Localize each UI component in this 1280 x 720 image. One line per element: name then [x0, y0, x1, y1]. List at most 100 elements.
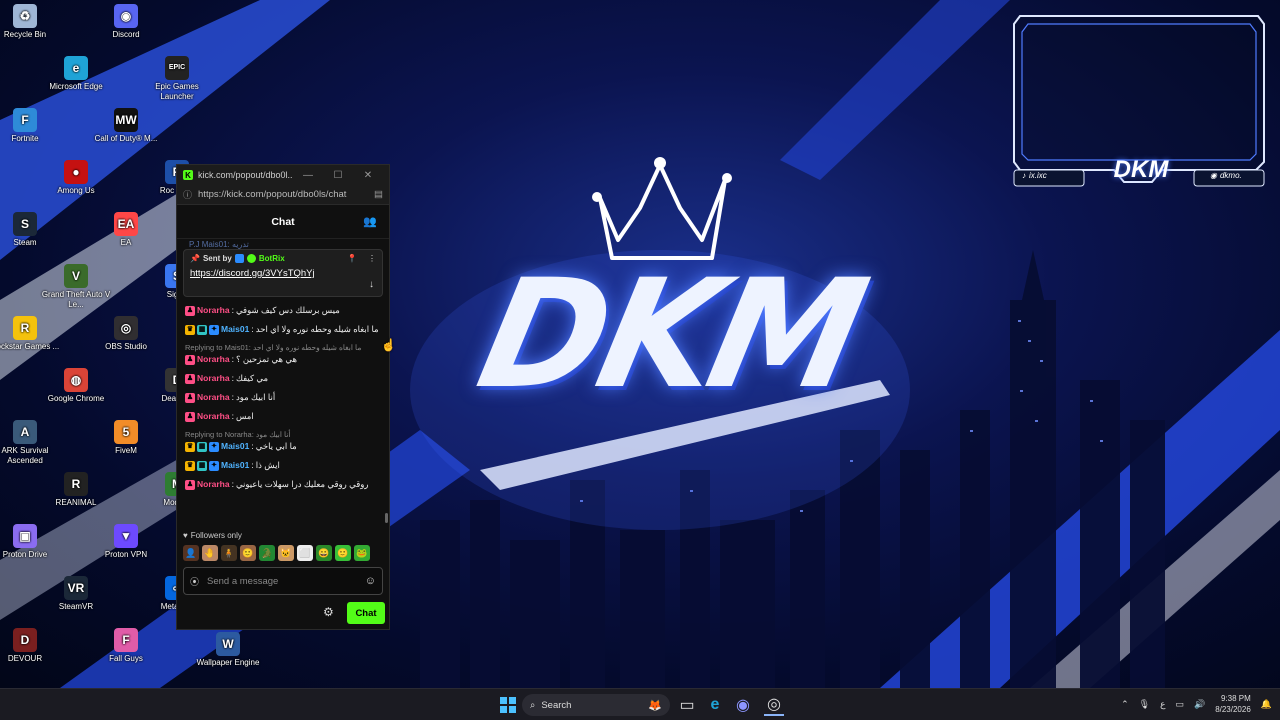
emote-button[interactable]: ⬜	[297, 545, 313, 561]
subscriber-badge-icon[interactable]: ▦	[197, 460, 207, 471]
minimize-button[interactable]: —	[293, 170, 323, 181]
desktop-icon[interactable]: ▣ Proton Drive	[0, 524, 61, 560]
emote-button[interactable]: 🙂	[335, 545, 351, 561]
emoji-picker-icon[interactable]: ☺	[365, 575, 376, 587]
emote-button[interactable]: 🧍	[221, 545, 237, 561]
users-icon[interactable]: 👥	[363, 215, 377, 228]
user-badge-icon[interactable]: ♟	[185, 354, 195, 365]
crown-badge-icon[interactable]: ♛	[185, 441, 195, 452]
site-info-icon[interactable]: ⓘ	[183, 188, 192, 201]
chat-username[interactable]: Norarha	[197, 305, 230, 316]
chat-settings-gear-icon[interactable]: ⚙	[323, 605, 334, 619]
desktop-icon[interactable]: ♻ Recycle Bin	[0, 4, 61, 40]
chat-message[interactable]: ♟ Norarha: مي كيفك	[185, 373, 379, 384]
desktop-icon[interactable]: EPIC Epic Games Launcher	[141, 56, 213, 102]
language-indicator[interactable]: ع	[1160, 699, 1165, 710]
chat-message[interactable]: ♟ Norarha: هي هي تمزحين ؟	[185, 354, 379, 365]
url-text[interactable]: https://kick.com/popout/dbo0ls/chat	[198, 189, 374, 200]
pinned-bot-name[interactable]: BotRix	[259, 254, 285, 263]
chat-username[interactable]: Norarha	[197, 373, 230, 384]
emote-button[interactable]: 👤	[183, 545, 199, 561]
record-icon[interactable]: ⦿	[190, 575, 199, 588]
network-icon[interactable]: ▭	[1175, 699, 1184, 710]
subscriber-badge-icon[interactable]: ▦	[197, 441, 207, 452]
pinned-link[interactable]: https://discord.gg/3VYsTQhYj	[190, 268, 376, 279]
desktop-icon[interactable]: VR SteamVR	[40, 576, 112, 612]
message-input-placeholder[interactable]: Send a message	[207, 576, 365, 587]
crown-badge-icon[interactable]: ♛	[185, 460, 195, 471]
taskbar-obs[interactable]: ◎	[764, 694, 784, 716]
task-view-button[interactable]: ▭	[678, 694, 696, 716]
desktop-icon[interactable]: S Steam	[0, 212, 61, 248]
desktop-icon[interactable]: EA EA	[90, 212, 162, 248]
chat-message[interactable]: ♟ Norarha: أنا ابيك مود	[185, 392, 379, 403]
emote-button[interactable]: 😀	[316, 545, 332, 561]
volume-icon[interactable]: 🔊	[1194, 699, 1205, 710]
desktop-icon[interactable]: R REANIMAL	[40, 472, 112, 508]
desktop-icon[interactable]: ▼ Proton VPN	[90, 524, 162, 560]
verified-badge-icon[interactable]: ✦	[209, 460, 219, 471]
desktop-icon[interactable]: V Grand Theft Auto V Le...	[40, 264, 112, 310]
maximize-button[interactable]: ☐	[323, 170, 353, 181]
emote-button[interactable]: 🐸	[354, 545, 370, 561]
notifications-icon[interactable]: 🔔	[1261, 699, 1272, 710]
chat-message[interactable]: ♟ Norarha: امس	[185, 411, 379, 422]
start-button[interactable]	[497, 694, 519, 716]
address-bar[interactable]: ⓘ https://kick.com/popout/dbo0ls/chat ▤	[177, 185, 389, 205]
chat-message[interactable]: ♟ Norarha: روقي روقي معليك درا سهلات ياعيو…	[185, 479, 379, 490]
scrollbar-thumb[interactable]	[385, 513, 388, 523]
user-badge-icon[interactable]: ♟	[185, 305, 195, 316]
taskbar-edge[interactable]: e	[706, 694, 724, 716]
taskbar-search[interactable]: ⌕ Search 🦊	[522, 694, 670, 716]
chat-username[interactable]: Norarha	[197, 479, 230, 490]
desktop-icon[interactable]: 5 FiveM	[90, 420, 162, 456]
more-options-icon[interactable]: ⋮	[368, 254, 376, 263]
message-input[interactable]: ⦿ Send a message ☺	[183, 567, 383, 595]
reply-context[interactable]: Replying to Mais01: ما ابغاه شيله وحطه ن…	[185, 343, 379, 352]
show-hidden-icons-chevron-icon[interactable]: ⌃	[1121, 699, 1129, 710]
chat-username[interactable]: Norarha	[197, 411, 230, 422]
reply-context[interactable]: Replying to Norarha: أنا ابيك مود	[185, 430, 379, 439]
chat-message[interactable]: ♛ ▦ ✦ Mais01: ايش ذا	[185, 460, 379, 471]
taskbar-discord[interactable]: ◉	[734, 694, 752, 716]
desktop-icon[interactable]: ◉ Discord	[90, 4, 162, 40]
desktop-icon[interactable]: F Fall Guys	[90, 628, 162, 664]
verified-badge-icon[interactable]: ✦	[209, 324, 219, 335]
chat-username[interactable]: Mais01	[221, 324, 249, 335]
user-badge-icon[interactable]: ♟	[185, 479, 195, 490]
desktop-icon[interactable]: W Wallpaper Engine	[192, 632, 264, 668]
chat-scrollbar[interactable]	[384, 297, 388, 523]
chat-username[interactable]: Mais01	[221, 460, 249, 471]
user-badge-icon[interactable]: ♟	[185, 373, 195, 384]
emote-button[interactable]: 🤚	[202, 545, 218, 561]
reader-mode-icon[interactable]: ▤	[374, 189, 383, 200]
chat-username[interactable]: Norarha	[197, 392, 230, 403]
desktop-icon[interactable]: R Rockstar Games ...	[0, 316, 61, 352]
clock[interactable]: 9:38 PM 8/23/2026	[1215, 693, 1251, 715]
chat-message[interactable]: ♛ ▦ ✦ Mais01: ما ابي ياخي	[185, 441, 379, 452]
expand-down-icon[interactable]: ↓	[369, 279, 374, 290]
user-badge-icon[interactable]: ♟	[185, 392, 195, 403]
close-button[interactable]: ✕	[353, 170, 383, 181]
chat-message[interactable]: ♛ ▦ ✦ Mais01: ما ابغاه شيله وحطه نوره ولا اي…	[185, 324, 379, 335]
verified-badge-icon[interactable]: ✦	[209, 441, 219, 452]
user-badge-icon[interactable]: ♟	[185, 411, 195, 422]
microphone-icon[interactable]: 🎙	[1139, 699, 1150, 710]
unpin-icon[interactable]: 📍	[347, 254, 357, 263]
desktop-icon[interactable]: D DEVOUR	[0, 628, 61, 664]
chat-username[interactable]: Norarha	[197, 354, 230, 365]
emote-button[interactable]: 🐱	[278, 545, 294, 561]
emote-button[interactable]: 🐊	[259, 545, 275, 561]
desktop-icon[interactable]: ● Among Us	[40, 160, 112, 196]
desktop-icon[interactable]: e Microsoft Edge	[40, 56, 112, 92]
send-chat-button[interactable]: Chat	[347, 602, 385, 624]
desktop-icon[interactable]: ◎ OBS Studio	[90, 316, 162, 352]
desktop-icon[interactable]: A ARK Survival Ascended	[0, 420, 61, 466]
desktop-icon[interactable]: MW Call of Duty® M...	[90, 108, 162, 144]
window-titlebar[interactable]: K kick.com/popout/dbo0l... — ☐ ✕	[177, 165, 389, 185]
desktop-icon[interactable]: ◍ Google Chrome	[40, 368, 112, 404]
chat-message[interactable]: ♟ Norarha: ميس برسلك دس كيف شوفي	[185, 305, 379, 316]
chat-username[interactable]: Mais01	[221, 441, 249, 452]
subscriber-badge-icon[interactable]: ▦	[197, 324, 207, 335]
desktop-icon[interactable]: F Fortnite	[0, 108, 61, 144]
